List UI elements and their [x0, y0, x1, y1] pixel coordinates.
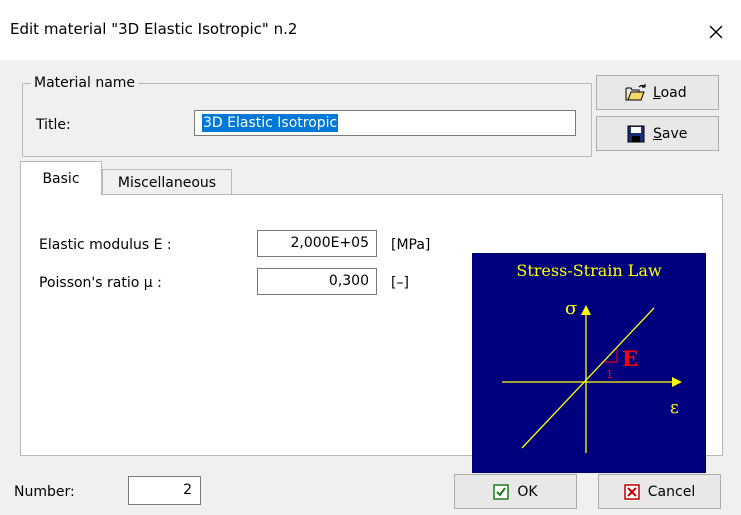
- cancel-button[interactable]: Cancel: [598, 474, 721, 509]
- number-label: Number:: [14, 484, 75, 500]
- title-bar: Edit material "3D Elastic Isotropic" n.2: [0, 0, 741, 60]
- save-button-label: Save: [653, 126, 687, 142]
- modulus-symbol: E: [622, 346, 638, 371]
- save-label-rest: ave: [661, 125, 688, 142]
- load-label-rest: oad: [660, 84, 687, 101]
- tab-basic[interactable]: Basic: [20, 161, 102, 195]
- title-label: Title:: [36, 117, 71, 133]
- poisson-ratio-unit: [–]: [391, 275, 409, 291]
- tab-basic-label: Basic: [42, 170, 80, 187]
- basic-tab-panel: Elastic modulus E : 2,000E+05 [MPa] Pois…: [20, 194, 723, 473]
- slope-unit-label: 1: [606, 368, 613, 381]
- poisson-ratio-label: Poisson's ratio μ :: [39, 275, 162, 291]
- elastic-modulus-label: Elastic modulus E :: [39, 237, 172, 253]
- strain-symbol: ε: [670, 398, 679, 418]
- ok-button-label: OK: [517, 483, 538, 500]
- title-input-value: 3D Elastic Isotropic: [202, 114, 339, 132]
- cancel-button-label: Cancel: [647, 483, 696, 500]
- window-title: Edit material "3D Elastic Isotropic" n.2: [10, 20, 298, 38]
- title-input[interactable]: 3D Elastic Isotropic: [194, 110, 576, 136]
- stress-symbol: σ: [565, 298, 577, 319]
- diagram-title: Stress-Strain Law: [516, 261, 662, 280]
- floppy-disk-icon: [627, 125, 645, 142]
- stress-strain-diagram: Stress-Strain Law σ ε E 1: [472, 253, 706, 473]
- poisson-ratio-input[interactable]: 0,300: [257, 268, 377, 295]
- close-icon: [709, 25, 723, 39]
- save-button[interactable]: Save: [596, 116, 719, 151]
- elastic-modulus-input[interactable]: 2,000E+05: [257, 230, 377, 257]
- diagram-background: [472, 253, 706, 473]
- checkmark-icon: [493, 483, 510, 500]
- open-folder-icon: [625, 83, 646, 100]
- load-mnemonic: L: [653, 84, 661, 101]
- elastic-modulus-unit: [MPa]: [391, 237, 431, 253]
- load-button-label: Load: [653, 85, 687, 101]
- material-name-legend: Material name: [34, 75, 136, 91]
- tab-control: Basic Miscellaneous Elastic modulus E : …: [20, 161, 723, 473]
- load-button[interactable]: Load: [596, 75, 719, 110]
- ok-button[interactable]: OK: [454, 474, 577, 509]
- tab-miscellaneous[interactable]: Miscellaneous: [102, 169, 232, 195]
- cancel-x-icon: [624, 483, 640, 500]
- number-input[interactable]: 2: [128, 476, 201, 505]
- edit-material-dialog: Edit material "3D Elastic Isotropic" n.2…: [0, 0, 741, 515]
- tab-miscellaneous-label: Miscellaneous: [117, 174, 217, 191]
- save-mnemonic: S: [653, 125, 662, 142]
- close-button[interactable]: [691, 12, 741, 52]
